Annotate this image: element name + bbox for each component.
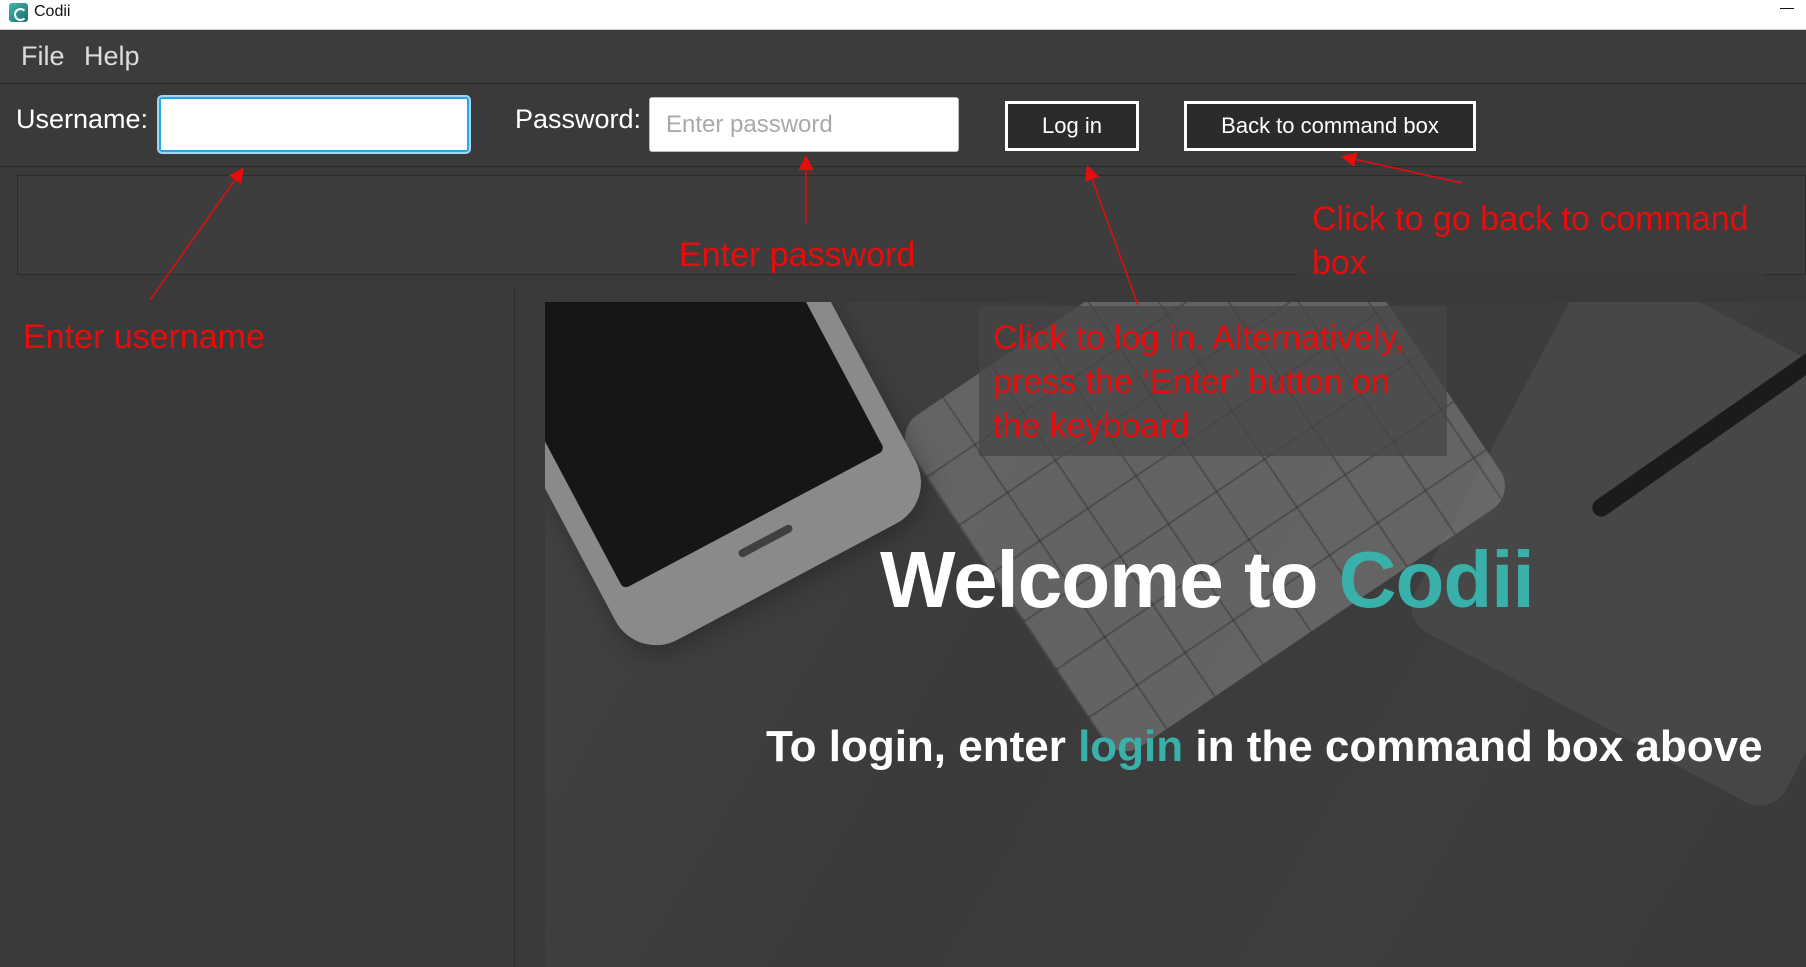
minimize-icon[interactable] <box>1780 8 1794 9</box>
menu-help[interactable]: Help <box>84 41 140 72</box>
welcome-title-brand: Codii <box>1338 535 1535 624</box>
window-title: Codii <box>34 3 71 20</box>
menu-bar: File Help <box>0 30 1806 83</box>
welcome-subtitle-keyword: login <box>1078 722 1184 771</box>
welcome-subtitle: To login, enter login in the command box… <box>766 722 1763 772</box>
annotation-back-line: Click to go back to command <box>1312 200 1749 238</box>
window-titlebar: Codii <box>0 0 1806 30</box>
menu-file[interactable]: File <box>21 41 65 72</box>
login-button[interactable]: Log in <box>1005 101 1139 151</box>
annotation-back-line: box <box>1312 244 1367 282</box>
annotation-password: Enter password <box>679 236 916 274</box>
username-label: Username: <box>16 104 149 134</box>
login-bar: Username: Password: Log in Back to comma… <box>0 83 1806 167</box>
username-input[interactable] <box>159 97 469 152</box>
codii-app-icon <box>9 3 28 22</box>
annotation-login: Click to log in. Alternatively, press th… <box>993 316 1404 448</box>
annotation-login-line: the keyboard <box>993 407 1190 445</box>
annotation-username: Enter username <box>23 318 265 356</box>
annotation-login-line: Click to log in. Alternatively, <box>993 319 1405 357</box>
password-label: Password: <box>515 104 642 134</box>
back-to-command-box-button[interactable]: Back to command box <box>1184 101 1476 151</box>
password-input[interactable] <box>649 97 959 152</box>
annotation-login-line: press the ‘Enter’ button on <box>993 363 1390 401</box>
left-panel <box>0 285 515 967</box>
welcome-title: Welcome to Codii <box>880 534 1535 626</box>
welcome-subtitle-suffix: in the command box above <box>1183 722 1763 771</box>
welcome-subtitle-prefix: To login, enter <box>766 722 1079 771</box>
welcome-title-prefix: Welcome to <box>880 535 1339 624</box>
annotation-back: Click to go back to command box <box>1312 197 1749 285</box>
